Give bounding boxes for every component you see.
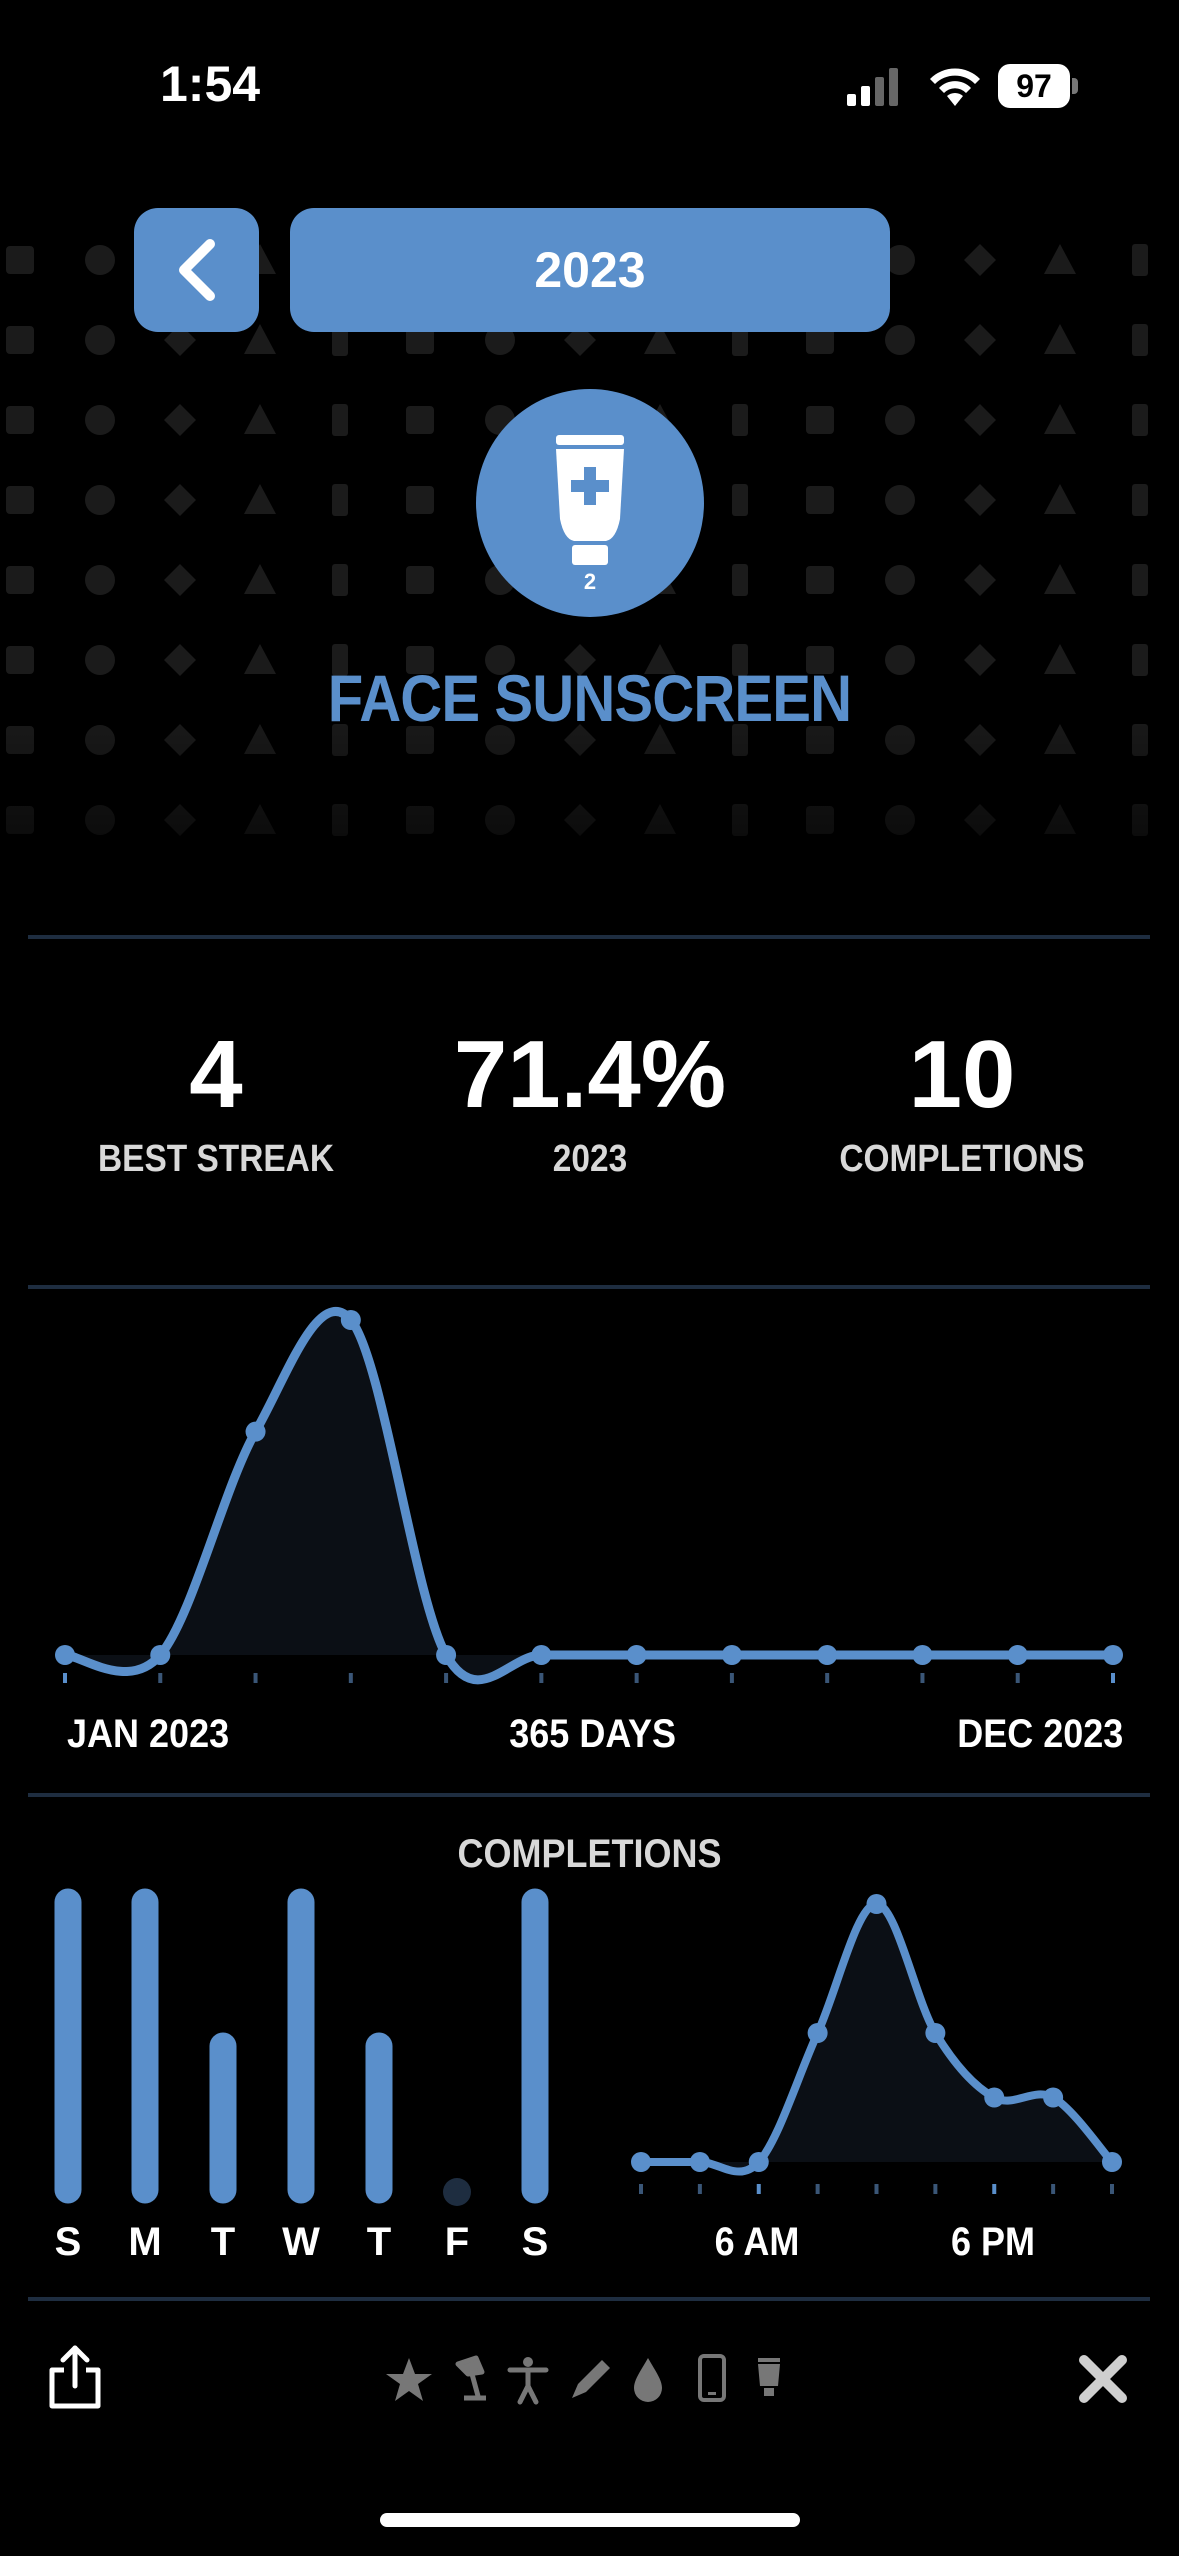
year-chart-tick (158, 1673, 163, 1683)
hour-chart-tick (756, 2184, 761, 2194)
chart-end-label: DEC 2023 (957, 1712, 1124, 1756)
year-chart-tick (729, 1673, 734, 1683)
completions-label: COMPLETIONS (839, 1138, 1085, 1180)
hour-chart-point (984, 2087, 1005, 2108)
weekday-label: S (521, 2220, 549, 2264)
completion-rate-value: 71.4% (453, 1021, 727, 1128)
home-indicator (380, 2513, 800, 2527)
figure-icon[interactable] (507, 2357, 549, 2405)
year-chart-point (626, 1645, 647, 1665)
habit-tools-bar (386, 2354, 780, 2405)
completion-rate-label: 2023 (552, 1138, 628, 1180)
sunscreen-icon[interactable] (758, 2358, 780, 2396)
year-selector-button[interactable]: 2023 (290, 208, 890, 332)
hour-chart-area (641, 1904, 1112, 2172)
weekday-bar-chart (54, 1888, 549, 2206)
back-button[interactable] (134, 208, 259, 332)
completions-title: COMPLETIONS (457, 1832, 722, 1876)
best-streak-value: 4 (189, 1021, 243, 1128)
year-chart-tick (63, 1673, 67, 1683)
year-chart-point (817, 1645, 838, 1665)
hour-chart-point (631, 2152, 651, 2172)
chevron-left-icon (179, 239, 215, 301)
pen-icon[interactable] (572, 2360, 610, 2398)
hour-chart-tick (1051, 2184, 1056, 2194)
year-chart-tick (348, 1673, 353, 1683)
star-icon[interactable] (386, 2358, 432, 2401)
hour-label-6pm: 6 PM (950, 2220, 1036, 2264)
year-chart-point (721, 1645, 742, 1665)
hour-chart-point (1102, 2152, 1122, 2172)
weekday-label: W (282, 2220, 320, 2264)
divider (28, 1285, 1150, 1289)
hour-chart-tick (933, 2184, 938, 2194)
habit-icon-button[interactable]: 2 (476, 389, 704, 617)
year-chart-point (1103, 1645, 1123, 1665)
divider (28, 935, 1150, 939)
drop-icon[interactable] (634, 2358, 662, 2402)
year-chart-point (436, 1645, 457, 1665)
hour-chart-point (748, 2152, 769, 2172)
time-of-day-chart (631, 1894, 1122, 2194)
hour-chart-point (689, 2152, 710, 2172)
hour-chart-tick (639, 2184, 643, 2194)
lamp-icon[interactable] (455, 2355, 486, 2401)
close-icon[interactable] (1078, 2354, 1128, 2404)
completions-value: 10 (908, 1021, 1016, 1128)
year-chart-tick (253, 1673, 258, 1683)
year-chart-tick (920, 1673, 925, 1683)
hour-chart-tick (874, 2184, 879, 2194)
year-chart-tick (634, 1673, 639, 1683)
status-time: 1:54 (160, 56, 261, 112)
divider (28, 2297, 1150, 2301)
weekday-label: S (54, 2220, 82, 2264)
hour-chart-point (866, 1894, 887, 1914)
year-chart-point (150, 1645, 171, 1665)
chart-start-label: JAN 2023 (67, 1712, 230, 1756)
hour-chart-tick (815, 2184, 820, 2194)
habit-badge-count: 2 (583, 569, 597, 594)
hour-chart-tick (992, 2184, 997, 2194)
habit-title: FACE SUNSCREEN (327, 661, 852, 735)
year-chart-tick (444, 1673, 449, 1683)
hour-chart-point (925, 2023, 946, 2043)
year-chart-tick (539, 1673, 544, 1683)
year-chart-tick (1111, 1673, 1115, 1683)
weekday-label: T (210, 2220, 236, 2264)
battery-icon: 97 (998, 64, 1078, 108)
year-chart-area (65, 1311, 1113, 1680)
year-line-chart (55, 1307, 1123, 1685)
year-chart-tick (1015, 1673, 1020, 1683)
best-streak-label: BEST STREAK (98, 1138, 334, 1180)
year-chart-tick (825, 1673, 830, 1683)
cellular-signal-icon (847, 68, 898, 106)
weekday-label: T (366, 2220, 392, 2264)
year-chart-point (912, 1645, 933, 1665)
share-icon[interactable] (44, 2344, 106, 2410)
year-chart-point (245, 1421, 266, 1442)
battery-level: 97 (998, 64, 1070, 108)
chart-middle-label: 365 DAYS (509, 1712, 677, 1756)
year-chart-point (340, 1310, 361, 1330)
year-chart-point (1007, 1645, 1028, 1665)
hour-chart-tick (697, 2184, 702, 2194)
weekday-label: M (128, 2220, 162, 2264)
weekday-label: F (444, 2220, 470, 2264)
wifi-icon (930, 68, 980, 106)
hour-chart-point (1043, 2087, 1064, 2108)
status-bar: 1:54 97 (0, 0, 1179, 150)
hour-chart-point (807, 2023, 828, 2043)
divider (28, 1793, 1150, 1797)
phone-icon[interactable] (698, 2354, 726, 2402)
weekday-bar-empty (443, 2178, 471, 2206)
year-chart-point (531, 1645, 552, 1665)
hour-chart-tick (1110, 2184, 1114, 2194)
hour-label-6am: 6 AM (714, 2220, 800, 2264)
year-chart-point (55, 1645, 75, 1665)
